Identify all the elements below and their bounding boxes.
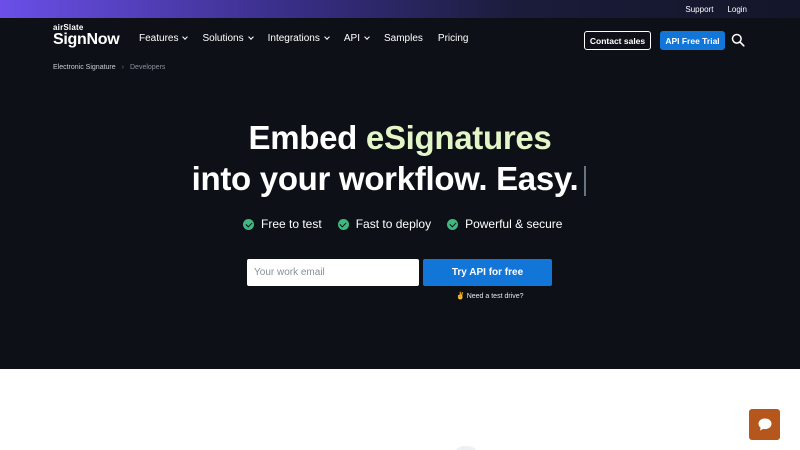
chevron-down-icon [324, 34, 330, 40]
nav-item-solutions[interactable]: Solutions [202, 33, 254, 44]
nav-menu: Features Solutions Integrations API Samp… [139, 33, 468, 44]
chevron-down-icon [364, 34, 370, 40]
breadcrumb-separator: › [121, 64, 124, 71]
work-email-input[interactable] [247, 259, 419, 286]
feature-label: Powerful & secure [465, 217, 563, 231]
check-circle-icon [337, 218, 349, 230]
hero-headline-line-1: Embed eSignatures [0, 119, 800, 157]
headline-plain-text: Embed [248, 119, 366, 156]
feature-item: Fast to deploy [337, 217, 432, 231]
search-icon[interactable] [731, 33, 745, 47]
logo-signnow-text: SignNow [53, 31, 120, 48]
nav-item-label: Solutions [202, 33, 244, 44]
test-drive-link[interactable]: ✌ Need a test drive? [456, 292, 524, 301]
contact-sales-button[interactable]: Contact sales [584, 31, 651, 50]
nav-item-pricing[interactable]: Pricing [438, 33, 469, 44]
typing-caret [584, 166, 587, 197]
breadcrumb: Electronic Signature › Developers [53, 64, 165, 71]
chevron-down-icon [247, 34, 254, 40]
top-utility-bar: Support Login [0, 0, 800, 18]
nav-item-label: API [343, 33, 360, 44]
check-circle-icon [243, 218, 254, 230]
nav-item-samples[interactable]: Samples [384, 33, 423, 44]
feature-item: Powerful & secure [447, 217, 562, 231]
signnow-logo[interactable]: airSlate SignNow [53, 24, 120, 48]
chevron-down-icon [182, 34, 189, 40]
hero-headline-line-2: into your workflow. Easy. [0, 160, 800, 198]
nav-item-label: Features [139, 33, 179, 44]
breadcrumb-item-developers: Developers [130, 64, 166, 71]
feature-list: Free to test Fast to deploy Powerful & s… [243, 217, 562, 231]
test-drive-text: Need a test drive? [466, 292, 524, 300]
nav-item-integrations[interactable]: Integrations [267, 33, 330, 44]
feature-item: Free to test [243, 217, 322, 231]
feature-label: Fast to deploy [355, 217, 432, 231]
nav-item-api[interactable]: API [343, 33, 370, 44]
try-api-button[interactable]: Try API for free [423, 259, 552, 286]
chat-bubble-icon [758, 418, 771, 431]
victory-hand-icon: ✌ [456, 293, 465, 300]
login-link[interactable]: Login [727, 5, 747, 14]
nav-item-label: Integrations [267, 33, 320, 44]
feature-label: Free to test [261, 217, 322, 231]
headline-line-2-text: into your workflow. Easy. [191, 160, 579, 197]
breadcrumb-item-electronic-signature[interactable]: Electronic Signature [53, 64, 116, 71]
section-graphic-partial [454, 446, 478, 450]
support-link[interactable]: Support [685, 5, 713, 14]
check-circle-icon [447, 218, 459, 230]
chat-widget-button[interactable] [749, 409, 780, 440]
headline-accent-text: eSignatures [365, 119, 552, 156]
nav-item-label: Pricing [437, 33, 469, 44]
nav-item-features[interactable]: Features [139, 33, 189, 44]
api-free-trial-button[interactable]: API Free Trial [660, 31, 725, 50]
nav-item-label: Samples [384, 33, 423, 44]
